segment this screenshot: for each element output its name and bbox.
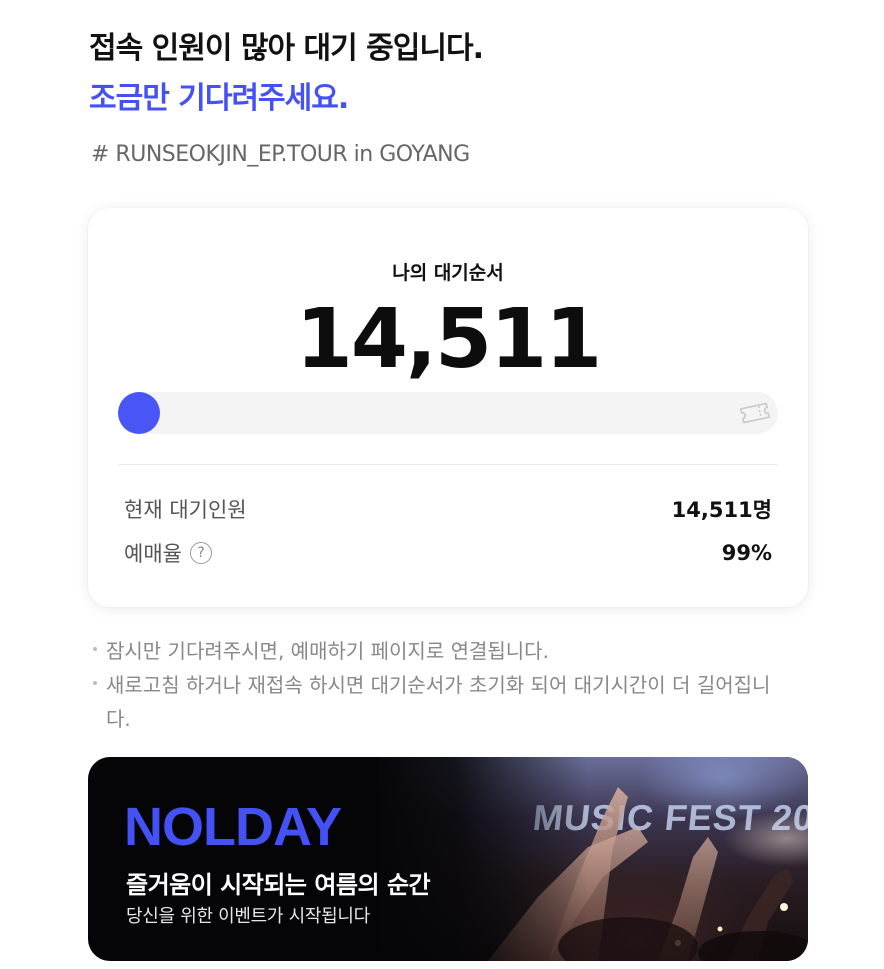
notice-list: 잠시만 기다려주시면, 예매하기 페이지로 연결됩니다. 새로고침 하거나 재접… — [92, 634, 792, 736]
notice-item: 새로고침 하거나 재접속 하시면 대기순서가 초기화 되어 대기시간이 더 길어… — [92, 668, 792, 736]
page-subtitle: 조금만 기다려주세요. — [89, 81, 349, 116]
queue-page: 접속 인원이 많아 대기 중입니다. 조금만 기다려주세요. # RUNSEOK… — [0, 0, 884, 969]
promo-banner[interactable]: MUSIC FEST 2025 NOLDAY 즐거움이 시작되는 여름의 순간 … — [88, 757, 808, 961]
page-title: 접속 인원이 많아 대기 중입니다. — [89, 31, 484, 66]
event-tag: # RUNSEOKJIN_EP.TOUR in GOYANG — [91, 142, 470, 167]
stat-label: 현재 대기인원 — [124, 498, 247, 522]
queue-position-label: 나의 대기순서 — [392, 262, 504, 284]
notice-item: 잠시만 기다려주시면, 예매하기 페이지로 연결됩니다. — [92, 634, 792, 668]
nolday-logo: NOLDAY — [124, 797, 342, 857]
queue-card: 나의 대기순서 14,511 현재 대기인원 14,511명 예매율 ? 99% — [88, 208, 808, 607]
stat-value: 14,511명 — [671, 498, 772, 522]
progress-indicator — [118, 392, 160, 434]
help-icon[interactable]: ? — [189, 542, 212, 564]
stat-row-booking-rate: 예매율 ? 99% — [124, 538, 772, 568]
ticket-icon — [740, 402, 770, 424]
card-divider — [118, 464, 778, 465]
stat-value: 99% — [721, 541, 772, 565]
banner-fade-overlay — [368, 757, 588, 961]
banner-title: 즐거움이 시작되는 여름의 순간 — [126, 871, 431, 899]
stat-row-waiting-count: 현재 대기인원 14,511명 — [124, 494, 772, 524]
queue-progress-bar — [118, 392, 778, 434]
stat-label: 예매율 — [124, 542, 182, 566]
queue-position-number: 14,511 — [295, 292, 602, 387]
banner-subtitle: 당신을 위한 이벤트가 시작됩니다 — [126, 906, 370, 927]
